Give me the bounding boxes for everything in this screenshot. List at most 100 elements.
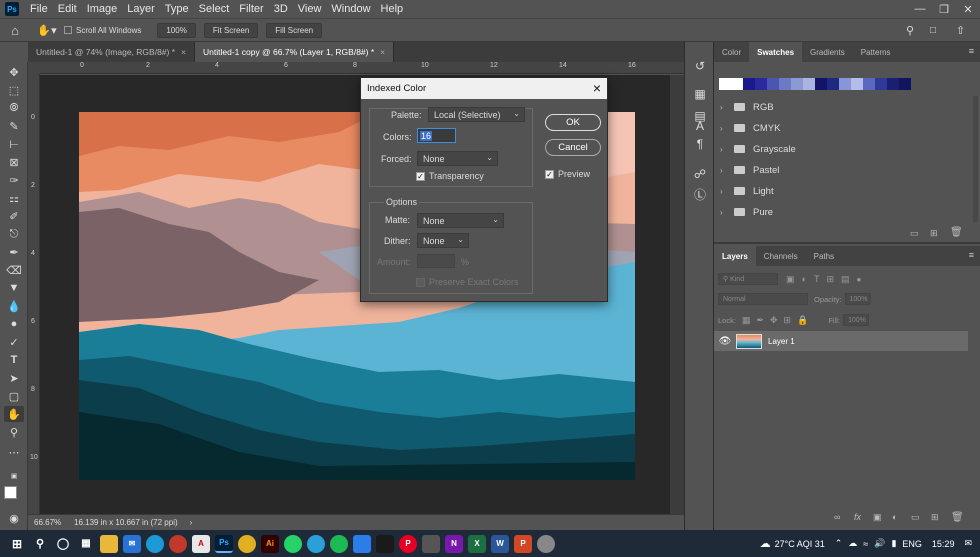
workspace-icon[interactable]: □ xyxy=(930,25,936,36)
filter-shape-icon[interactable]: ⊞ xyxy=(826,274,834,285)
adjustment-layer-icon[interactable]: ◐ xyxy=(892,512,897,522)
link-layers-icon[interactable]: ∞ xyxy=(834,512,840,522)
matte-select[interactable]: None ⌄ xyxy=(417,213,504,228)
chrome-icon[interactable] xyxy=(238,534,256,553)
menu-layer[interactable]: Layer xyxy=(122,3,160,15)
color-swatch[interactable] xyxy=(731,78,743,90)
search-icon[interactable]: ⚲ xyxy=(906,24,914,37)
whatsapp-icon[interactable] xyxy=(284,534,302,553)
lasso-tool-icon[interactable]: ⦾ xyxy=(4,100,24,116)
volume-icon[interactable]: 🔊 xyxy=(874,538,885,549)
move-tool-icon[interactable]: ✥ xyxy=(4,64,24,80)
close-tab-icon[interactable]: × xyxy=(380,47,385,57)
excel-icon[interactable]: X xyxy=(468,534,486,553)
color-swatch[interactable] xyxy=(887,78,899,90)
menu-window[interactable]: Window xyxy=(326,3,375,15)
delete-layer-icon[interactable]: 🗑 xyxy=(951,512,964,523)
windows-start-icon[interactable]: ⊞ xyxy=(8,535,26,553)
eraser-tool-icon[interactable]: ⌫ xyxy=(4,262,24,278)
fill-input[interactable]: 100% xyxy=(842,314,869,326)
color-swatch[interactable] xyxy=(743,78,755,90)
rectangle-tool-icon[interactable]: ▢ xyxy=(4,388,24,404)
swatch-folder-pure[interactable]: › Pure xyxy=(720,205,773,219)
paragraph-panel-icon[interactable]: ¶ xyxy=(692,136,708,152)
lock-transparent-icon[interactable]: ▦ xyxy=(742,315,751,326)
chevron-right-icon[interactable]: › xyxy=(720,187,730,196)
app-icon[interactable] xyxy=(422,534,440,553)
tab-untitled-1[interactable]: Untitled-1 @ 74% (Image, RGB/8#) * × xyxy=(28,42,195,62)
fit-screen-button[interactable]: Fit Screen xyxy=(203,22,259,38)
paint-bucket-tool-icon[interactable]: ▼ xyxy=(4,280,24,296)
add-mask-icon[interactable]: ▣ xyxy=(873,512,882,523)
quick-select-tool-icon[interactable]: ✎ xyxy=(4,118,24,134)
network-icon[interactable]: ≈ xyxy=(863,539,868,549)
zoom-tool-icon[interactable]: ⚲ xyxy=(4,424,24,440)
color-swatch[interactable] xyxy=(899,78,911,90)
forced-select[interactable]: None ⌄ xyxy=(417,151,498,166)
vertical-scrollbar[interactable] xyxy=(670,75,684,514)
status-menu-chevron-icon[interactable]: › xyxy=(190,518,193,527)
app-icon[interactable] xyxy=(537,534,555,553)
color-swatch[interactable] xyxy=(863,78,875,90)
properties-panel-icon[interactable]: ▦ xyxy=(692,86,708,102)
panel-menu-icon[interactable]: ≡ xyxy=(969,46,974,56)
hand-tool-icon[interactable]: ✋ xyxy=(4,406,24,422)
app-icon[interactable] xyxy=(376,534,394,553)
zoom-100-button[interactable]: 100% xyxy=(157,22,196,38)
type-tool-icon[interactable]: T xyxy=(4,352,24,368)
language-indicator[interactable]: ENG xyxy=(902,539,922,549)
pinterest-icon[interactable]: P xyxy=(399,534,417,553)
chevron-up-icon[interactable]: ⌃ xyxy=(835,538,843,549)
crop-tool-icon[interactable]: ⊢ xyxy=(4,136,24,152)
tab-swatches[interactable]: Swatches xyxy=(749,42,803,62)
kind-filter-select[interactable]: ⚲ Kind xyxy=(718,273,778,285)
vertical-ruler[interactable]: 0 2 4 6 8 10 xyxy=(28,74,40,514)
history-brush-tool-icon[interactable]: ✒ xyxy=(4,244,24,260)
chevron-right-icon[interactable]: › xyxy=(720,103,730,112)
swatches-scrollbar[interactable] xyxy=(973,96,978,222)
tab-layers[interactable]: Layers xyxy=(714,246,756,266)
telegram-icon[interactable] xyxy=(307,534,325,553)
fill-screen-button[interactable]: Fill Screen xyxy=(266,22,323,38)
pen-tool-icon[interactable]: ✓ xyxy=(4,334,24,350)
colors-input[interactable]: 16 xyxy=(417,128,456,143)
powerpoint-icon[interactable]: P xyxy=(514,534,532,553)
task-view-icon[interactable]: ◯ xyxy=(54,535,72,553)
dodge-tool-icon[interactable]: ● xyxy=(4,316,24,332)
quick-mask-icon[interactable]: ◉ xyxy=(4,510,24,526)
ruler-origin[interactable] xyxy=(28,62,40,74)
notifications-icon[interactable]: ✉ xyxy=(964,538,972,549)
color-swatch[interactable] xyxy=(851,78,863,90)
color-swatch[interactable] xyxy=(839,78,851,90)
color-swatch[interactable] xyxy=(815,78,827,90)
filter-smart-object-icon[interactable]: ▤ xyxy=(841,274,850,285)
filter-pixel-icon[interactable]: ▣ xyxy=(786,274,795,285)
menu-edit[interactable]: Edit xyxy=(53,3,82,15)
search-icon[interactable]: ⚲ xyxy=(31,535,49,553)
app-icon[interactable] xyxy=(169,534,187,553)
word-icon[interactable]: W xyxy=(491,534,509,553)
layer-name[interactable]: Layer 1 xyxy=(768,337,795,346)
color-swatch[interactable] xyxy=(791,78,803,90)
close-icon[interactable]: × xyxy=(593,80,601,96)
horizontal-ruler[interactable]: 0 2 4 6 8 10 12 14 16 xyxy=(40,62,684,74)
default-colors-icon[interactable]: ▣ xyxy=(4,468,24,484)
chevron-right-icon[interactable]: › xyxy=(720,124,730,133)
filter-adjustment-icon[interactable]: ◐ xyxy=(802,274,807,284)
spotify-icon[interactable] xyxy=(330,534,348,553)
glyphs-panel-icon[interactable]: Ⓛ xyxy=(692,186,708,202)
menu-help[interactable]: Help xyxy=(376,3,409,15)
layer-style-icon[interactable]: fx xyxy=(854,512,861,522)
dither-select[interactable]: None ⌄ xyxy=(417,233,469,248)
new-group-icon[interactable]: ▭ xyxy=(911,512,920,523)
blur-tool-icon[interactable]: 💧 xyxy=(4,298,24,314)
foreground-color-swatch[interactable] xyxy=(4,486,17,499)
battery-icon[interactable]: ▮ xyxy=(891,538,896,549)
color-swatch[interactable] xyxy=(719,78,731,90)
weather-icon[interactable]: ☁ xyxy=(760,537,771,550)
illustrator-icon[interactable]: Ai xyxy=(261,534,279,553)
filter-toggle-icon[interactable]: ● xyxy=(857,275,862,284)
menu-filter[interactable]: Filter xyxy=(234,3,268,15)
color-swatch[interactable] xyxy=(779,78,791,90)
zoom-level[interactable]: 66.67% xyxy=(34,518,74,527)
